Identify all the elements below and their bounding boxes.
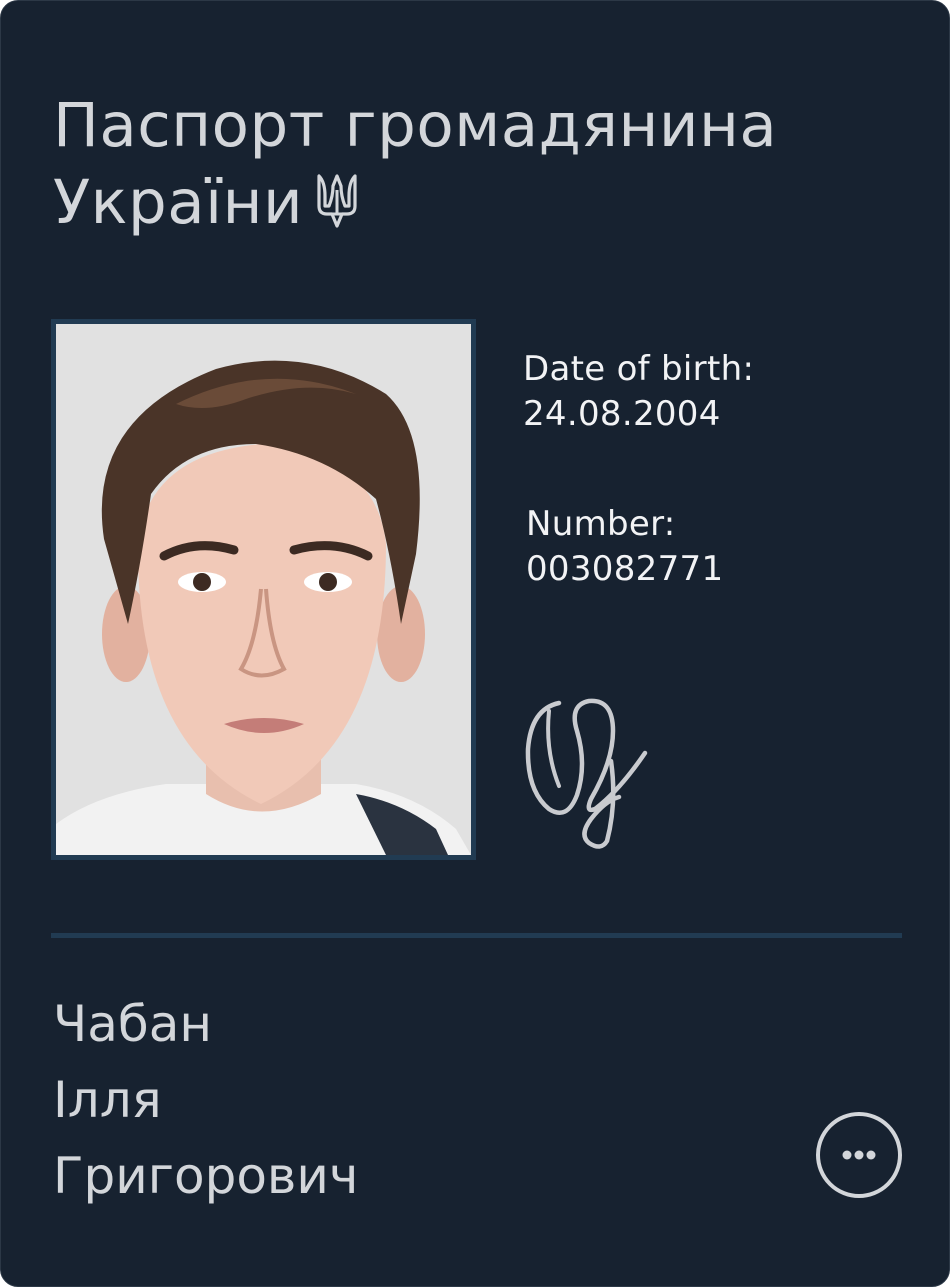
document-title-line1: Паспорт громадянина (53, 90, 778, 161)
passport-card[interactable]: Паспорт громадянина України Date of birt… (0, 0, 950, 1287)
holder-given-name: Ілля (53, 1071, 162, 1129)
holder-signature (525, 698, 648, 849)
dob-value: 24.08.2004 (523, 394, 721, 434)
document-number-section: Number: 003082771 (526, 502, 723, 592)
dob-label: Date of birth: (523, 349, 755, 389)
holder-patronymic: Григорович (53, 1147, 359, 1205)
document-title-line2: України (53, 167, 304, 238)
trident-icon (317, 174, 357, 228)
holder-photo (51, 319, 476, 860)
number-value: 003082771 (526, 549, 724, 589)
document-title: Паспорт громадянина України (53, 87, 913, 241)
holder-surname: Чабан (53, 995, 213, 1053)
number-label: Number: (526, 504, 676, 544)
more-options-button[interactable] (816, 1112, 902, 1198)
date-of-birth-section: Date of birth: 24.08.2004 (523, 347, 754, 437)
holder-name: Чабан Ілля Григорович (53, 986, 358, 1214)
more-horizontal-icon (842, 1150, 876, 1160)
section-divider (51, 933, 902, 938)
